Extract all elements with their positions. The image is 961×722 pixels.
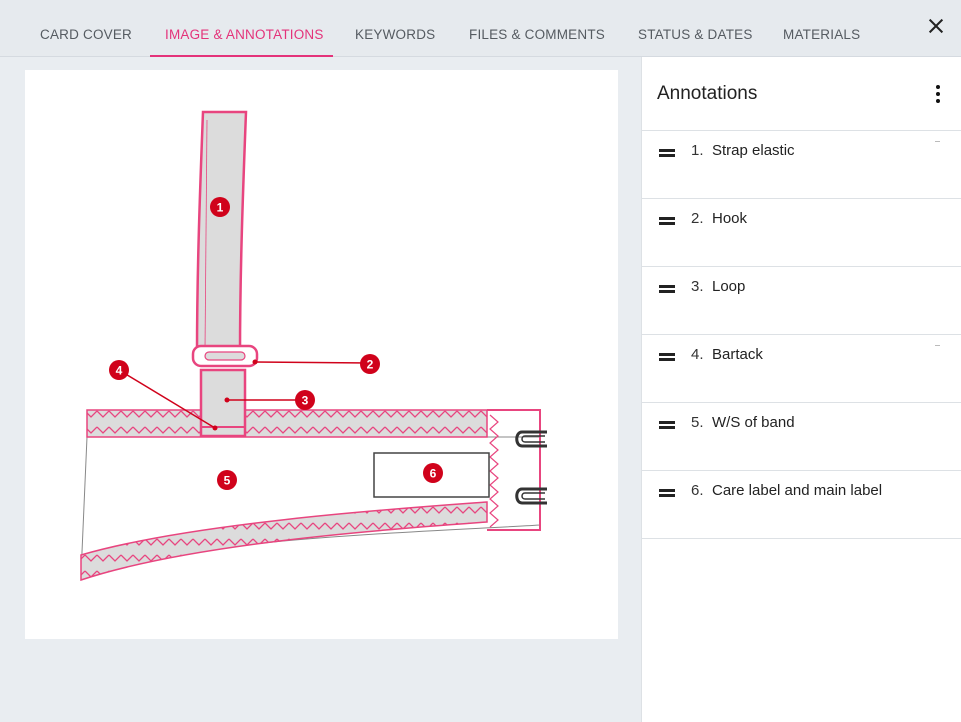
strap-elastic	[195, 110, 248, 357]
annotation-label[interactable]: Loop	[712, 278, 745, 295]
drag-handle-icon[interactable]	[659, 489, 675, 497]
tab-keywords[interactable]: KEYWORDS	[355, 0, 435, 57]
annotation-item-1[interactable]: 1. Strap elastic	[642, 131, 961, 199]
garment-diagram: 1 2 3 4 5 6	[80, 110, 547, 582]
annotation-marker-3: 3	[295, 390, 315, 410]
band-top-stitch	[86, 409, 488, 438]
divider-mark	[935, 345, 940, 346]
annotation-label[interactable]: Bartack	[712, 346, 763, 363]
annotation-number: 5.	[691, 414, 704, 431]
annotation-number: 1.	[691, 142, 704, 159]
annotation-item-3[interactable]: 3. Loop	[642, 267, 961, 335]
panel-title: Annotations	[657, 83, 758, 104]
tab-materials[interactable]: MATERIALS	[783, 0, 860, 57]
svg-text:3: 3	[302, 394, 309, 408]
close-icon[interactable]	[924, 14, 948, 38]
tab-image-annotations[interactable]: IMAGE & ANNOTATIONS	[165, 0, 324, 57]
drag-handle-icon[interactable]	[659, 353, 675, 361]
annotation-item-5[interactable]: 5. W/S of band	[642, 403, 961, 471]
annotated-image[interactable]: 1 2 3 4 5 6	[25, 70, 618, 639]
annotation-marker-1: 1	[210, 197, 230, 217]
annotation-number: 2.	[691, 210, 704, 227]
annotation-label[interactable]: Care label and main label	[712, 482, 882, 499]
drag-handle-icon[interactable]	[659, 149, 675, 157]
annotation-label[interactable]: Strap elastic	[712, 142, 795, 159]
annotation-number: 3.	[691, 278, 704, 295]
svg-text:1: 1	[217, 201, 224, 215]
annotation-label[interactable]: Hook	[712, 210, 747, 227]
annotation-number: 4.	[691, 346, 704, 363]
annotation-marker-2: 2	[360, 354, 380, 374]
drag-handle-icon[interactable]	[659, 285, 675, 293]
svg-text:4: 4	[116, 364, 123, 378]
image-area: 1 2 3 4 5 6	[0, 57, 641, 722]
drag-handle-icon[interactable]	[659, 217, 675, 225]
divider-mark	[935, 141, 940, 142]
tab-files-comments[interactable]: FILES & COMMENTS	[469, 0, 605, 57]
annotation-marker-5: 5	[217, 470, 237, 490]
annotation-item-2[interactable]: 2. Hook	[642, 199, 961, 267]
svg-text:6: 6	[430, 467, 437, 481]
more-vertical-icon[interactable]	[932, 85, 944, 103]
annotation-list: 1. Strap elastic 2. Hook 3. Loop 4. Bart…	[642, 131, 961, 539]
annotation-item-6[interactable]: 6. Care label and main label	[642, 471, 961, 539]
annotation-marker-4: 4	[109, 360, 129, 380]
svg-text:2: 2	[367, 358, 374, 372]
tab-status-dates[interactable]: STATUS & DATES	[638, 0, 753, 57]
panel-header: Annotations	[642, 57, 961, 131]
annotation-marker-6: 6	[423, 463, 443, 483]
annotations-panel: Annotations 1. Strap elastic 2. Hook 3. …	[641, 57, 961, 722]
annotation-label[interactable]: W/S of band	[712, 414, 795, 431]
svg-text:5: 5	[224, 474, 231, 488]
annotation-number: 6.	[691, 482, 704, 499]
drag-handle-icon[interactable]	[659, 421, 675, 429]
annotation-item-4[interactable]: 4. Bartack	[642, 335, 961, 403]
tab-bar: CARD COVER IMAGE & ANNOTATIONS KEYWORDS …	[0, 0, 961, 57]
tab-card-cover[interactable]: CARD COVER	[40, 0, 132, 57]
